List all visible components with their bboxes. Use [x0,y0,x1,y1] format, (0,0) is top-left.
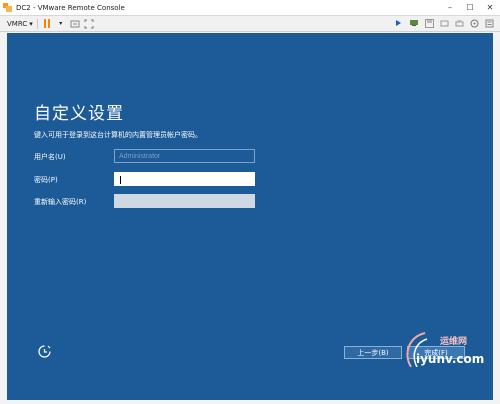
password-label: 密码(P) [34,176,58,184]
connect-icon[interactable] [394,18,404,28]
fit-screen-icon[interactable] [84,19,94,29]
chevron-down-icon: ▾ [29,19,33,28]
close-icon[interactable]: ✕ [480,0,500,15]
vmrc-window: DC2 - VMware Remote Console – ☐ ✕ VMRC ▾… [0,0,500,404]
text-caret [120,176,121,184]
back-button-label: 上一步(B) [357,348,389,357]
vmrc-menu-label: VMRC [7,19,28,28]
confirm-password-label: 重新输入密码(R) [34,198,87,206]
cd-icon[interactable] [469,18,479,28]
floppy-icon[interactable] [424,18,434,28]
page-title: 自定义设置 [34,104,124,124]
chevron-down-icon[interactable]: ▾ [56,19,66,29]
window-title: DC2 - VMware Remote Console [16,3,125,12]
username-field: Administrator [114,149,255,163]
minimize-icon[interactable]: – [440,0,460,15]
confirm-password-field[interactable] [114,194,255,208]
send-ctrl-alt-del-icon[interactable] [70,19,80,29]
username-value: Administrator [119,153,161,160]
printer-icon[interactable] [454,18,464,28]
watermark-url: iyunv.com [416,352,485,366]
toolbar-divider [36,18,38,29]
usb-icon[interactable] [439,18,449,28]
title-bar[interactable]: DC2 - VMware Remote Console – ☐ ✕ [0,0,500,16]
instruction-text: 键入可用于登录到这台计算机的内置管理员帐户密码。 [34,131,202,139]
vmware-logo-icon [3,3,12,12]
username-label: 用户名(U) [34,153,66,161]
password-field[interactable] [114,172,255,186]
toolbar: VMRC ▾ ▾ [0,16,500,32]
ease-of-access-icon[interactable] [37,344,52,359]
settings-icon[interactable] [484,18,494,28]
maximize-icon[interactable]: ☐ [460,0,480,15]
device-icons [389,18,494,28]
pause-icon[interactable] [42,19,52,29]
vmrc-menu-button[interactable]: VMRC ▾ [7,20,33,28]
network-icon[interactable] [409,18,419,28]
watermark-text: 运维网 [440,337,468,347]
